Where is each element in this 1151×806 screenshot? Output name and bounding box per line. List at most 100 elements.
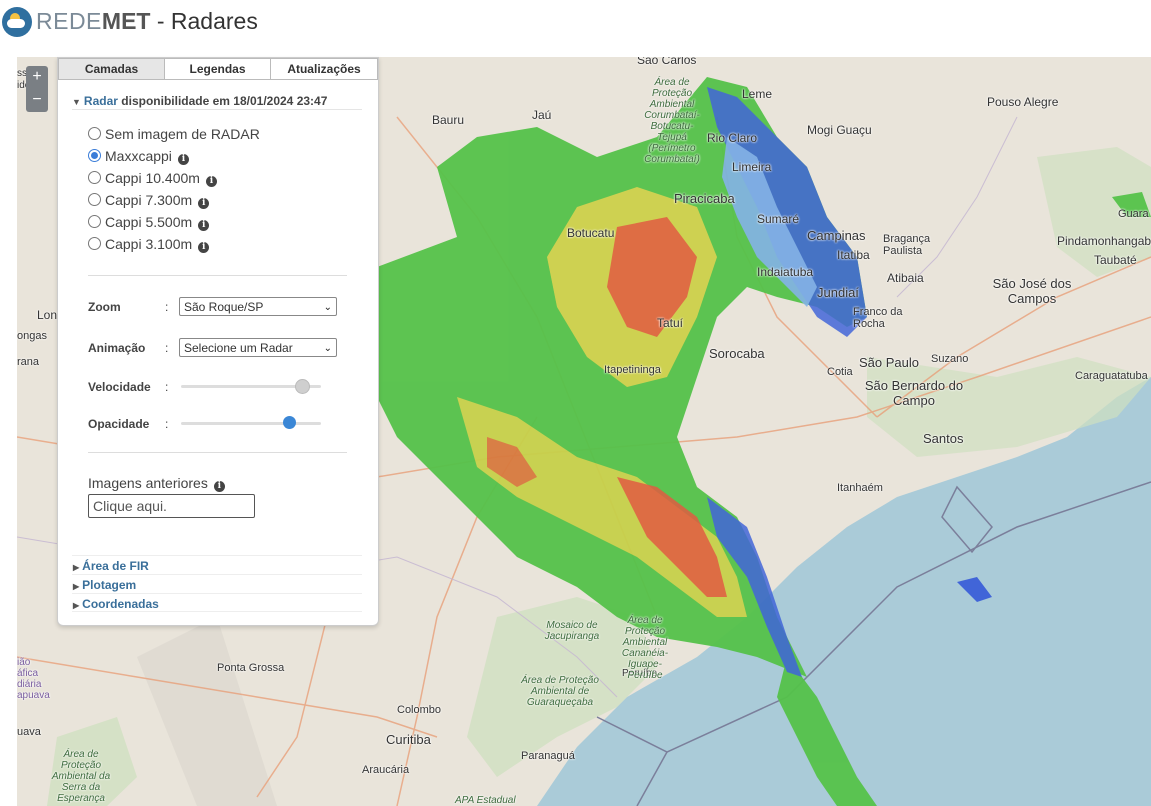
section-coordenadas[interactable]: ▶ Coordenadas [73,597,159,611]
radio-button[interactable] [88,215,101,228]
map-label: Mogi Guaçu [807,123,872,137]
opacity-slider[interactable] [181,416,321,429]
map-label: Piracicaba [674,191,735,206]
radar-section-header[interactable]: ▼ Radar disponibilidade em 18/01/2024 23:… [72,94,327,108]
divider [72,611,362,612]
map-label: Santos [923,431,964,446]
tab-legendas[interactable]: Legendas [164,58,271,80]
protected-area-label: Área de Proteção Ambiental de Guaraqueça… [521,675,599,708]
opacity-slider-handle[interactable] [282,416,296,429]
info-icon[interactable]: i [205,176,217,187]
section-label: Área de FIR [82,559,149,573]
radio-button-selected[interactable] [88,149,101,162]
radar-option[interactable]: Cappi 5.500m i [88,214,210,234]
radar-option[interactable]: Cappi 7.300m i [88,192,210,212]
protected-area-label: Área de Proteção Ambiental da Serra da E… [51,749,111,804]
zoom-out-button[interactable]: − [26,89,48,111]
divider [72,593,362,594]
map-label: Botucatu [567,226,615,240]
divider [88,275,347,276]
map-label: São Paulo [859,355,919,370]
zoom-in-button[interactable]: + [26,66,48,88]
map-label: Pouso Alegre [987,95,1059,109]
zoom-select[interactable]: São Roque/SP ⌄ [179,297,337,316]
map-label: Tatuí [657,316,684,330]
radar-option-label: Maxxcappi [105,148,172,164]
radar-option-label: Cappi 10.400m [105,170,200,186]
section-plotagem[interactable]: ▶ Plotagem [73,578,136,592]
colon: : [165,300,169,314]
info-icon[interactable]: i [198,220,210,231]
map-label: Curitiba [386,732,431,747]
zoom-label: Zoom [88,300,121,314]
map-label: Campinas [807,228,866,243]
zoom-control: + − [26,66,48,112]
map-label: Indaiatuba [757,265,814,279]
panel-tabs: Camadas Legendas Atualizações [58,58,378,80]
info-icon[interactable]: i [213,481,225,492]
caret-right-icon: ▶ [73,582,80,591]
map-label: Sumaré [757,212,800,226]
colon: : [165,380,169,394]
map-label: rana [17,356,40,368]
tab-atualizacoes[interactable]: Atualizações [270,58,378,80]
radar-option[interactable]: Sem imagem de RADAR [88,126,260,146]
brand-bold: MET [101,8,151,34]
speed-slider[interactable] [181,379,321,394]
animation-select-value: Selecione um Radar [184,341,293,355]
radar-option-label: Cappi 3.100m [105,236,193,252]
map-label: Bragança Paulista [883,233,931,257]
map-label: diária [17,679,42,690]
info-icon[interactable]: i [198,242,210,253]
tab-camadas[interactable]: Camadas [58,58,165,80]
map-label: Ponta Grossa [217,662,285,674]
colon: : [165,417,169,431]
map-label: Taubaté [1094,253,1137,267]
previous-images-input[interactable]: Clique aqui. [88,494,255,518]
radio-button[interactable] [88,237,101,250]
animation-select[interactable]: Selecione um Radar ⌄ [179,338,337,357]
section-label: Plotagem [82,578,137,592]
map-label: Itapetininga [604,364,661,376]
map-label: São José dos Campos [992,276,1072,306]
map-label: Itatiba [837,248,870,262]
map-label: Araucária [362,764,410,776]
map-label: Rio Claro [707,131,758,145]
caret-down-icon: ▼ [72,97,81,107]
map-label: São Bernardo do Campo [864,378,964,408]
map-label: Cotia [827,366,853,378]
map-label: Atibaia [887,271,924,285]
radar-option-label: Cappi 7.300m [105,192,193,208]
map-label: apuava [17,690,50,701]
map-label: Caraguatatuba [1075,370,1148,382]
section-area-fir[interactable]: ▶ Área de FIR [73,559,149,573]
map-label: Itanhaém [837,482,883,494]
map-label: uava [17,726,41,738]
map-label: Lon [37,308,58,322]
map-label: ião [17,657,31,668]
radio-button[interactable] [88,127,101,140]
chevron-down-icon: ⌄ [323,302,332,313]
radio-button[interactable] [88,171,101,184]
map-label: Jaú [532,108,552,122]
caret-right-icon: ▶ [73,563,80,572]
radar-option-label: Cappi 5.500m [105,214,193,230]
divider [72,109,362,110]
radar-option[interactable]: Cappi 10.400m i [88,170,217,190]
redemet-logo [2,7,32,37]
previous-images-label: Imagens anteriores i [88,475,225,492]
radar-option[interactable]: Maxxcappi i [88,148,189,168]
info-icon[interactable]: i [177,154,189,165]
layers-panel: Camadas Legendas Atualizações ▼ Radar dis… [57,57,379,626]
animation-label: Animação [88,341,146,355]
page-header: REDEMET - Radares [0,0,1151,52]
caret-right-icon: ▶ [73,601,80,610]
protected-area-label: APA Estadual [455,795,516,806]
radio-button[interactable] [88,193,101,206]
radar-option[interactable]: Cappi 3.100m i [88,236,210,256]
info-icon[interactable]: i [198,198,210,209]
speed-slider-handle[interactable] [295,379,311,394]
map-label: São Carlos [637,57,697,67]
divider [72,555,362,556]
map-label: Leme [742,87,773,101]
